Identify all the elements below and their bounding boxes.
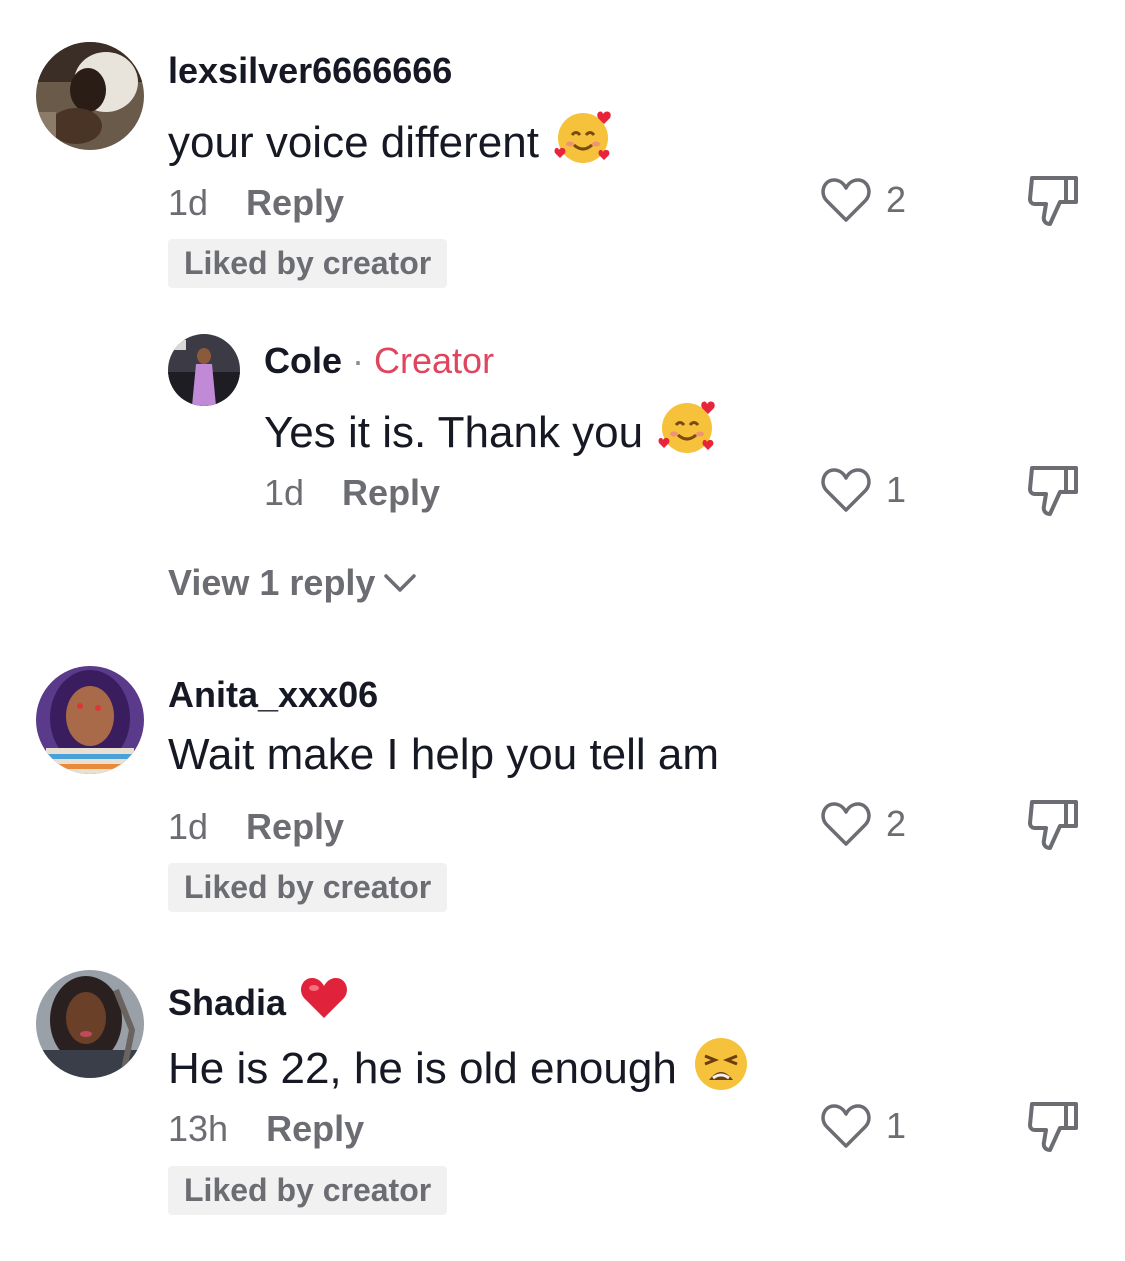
dislike-button[interactable] — [1026, 796, 1080, 852]
reply-text: Yes it is. Thank you — [264, 398, 719, 467]
thumbs-down-icon — [1028, 176, 1078, 226]
reply-button[interactable]: Reply — [246, 182, 344, 224]
reply-meta: 1d Reply — [264, 472, 440, 514]
like-button[interactable]: 2 — [820, 800, 906, 848]
separator-dot: · — [352, 340, 365, 381]
thumbs-down-icon — [1028, 1102, 1078, 1152]
like-count: 2 — [886, 179, 907, 220]
comment-text: He is 22, he is old enough — [168, 1034, 751, 1103]
like-button[interactable]: 2 — [820, 176, 906, 224]
comment-time: 13h — [168, 1108, 229, 1149]
liked-by-creator-badge: Liked by creator — [168, 1166, 448, 1215]
comment-meta: 1d Reply — [168, 182, 344, 224]
weary-face-icon — [691, 1034, 751, 1103]
avatar[interactable] — [168, 334, 240, 406]
like-button[interactable]: 1 — [820, 466, 906, 514]
reply-time: 1d — [264, 472, 305, 513]
smiling-face-with-hearts-icon — [657, 398, 719, 467]
comment-meta: 1d Reply — [168, 806, 344, 848]
thumbs-down-icon — [1028, 800, 1078, 850]
heart-outline-icon — [821, 178, 871, 222]
red-heart-icon — [300, 976, 348, 1029]
view-replies-button[interactable]: View 1 reply — [168, 562, 417, 604]
comment-username[interactable]: lexsilver6666666 — [168, 50, 452, 92]
comment-time: 1d — [168, 806, 209, 847]
comment-text-content: your voice different — [168, 117, 539, 167]
smiling-face-with-hearts-icon — [553, 108, 615, 177]
reply-button[interactable]: Reply — [246, 806, 344, 848]
reply-username-text[interactable]: Cole — [264, 340, 342, 381]
comment-text-content: He is 22, he is old enough — [168, 1043, 677, 1093]
avatar[interactable] — [36, 970, 144, 1078]
reply-button[interactable]: Reply — [342, 472, 440, 514]
chevron-down-icon — [384, 574, 417, 592]
like-count: 1 — [886, 469, 907, 510]
thumbs-down-icon — [1028, 466, 1078, 516]
avatar[interactable] — [36, 666, 144, 774]
reply-username: Cole · Creator — [264, 340, 494, 382]
reply-text-content: Yes it is. Thank you — [264, 407, 644, 457]
like-count: 1 — [886, 1105, 907, 1146]
liked-by-creator-badge: Liked by creator — [168, 863, 448, 912]
creator-label: Creator — [374, 340, 495, 381]
view-replies-label: View 1 reply — [168, 562, 376, 603]
heart-outline-icon — [821, 468, 871, 512]
like-count: 2 — [886, 803, 907, 844]
reply-button[interactable]: Reply — [266, 1108, 364, 1150]
dislike-button[interactable] — [1026, 462, 1080, 518]
comment-text-content: Wait make I help you tell am — [168, 730, 720, 779]
comment-text: Wait make I help you tell am — [168, 730, 719, 780]
heart-outline-icon — [821, 802, 871, 846]
heart-outline-icon — [821, 1104, 871, 1148]
avatar[interactable] — [36, 42, 144, 150]
like-button[interactable]: 1 — [820, 1102, 906, 1150]
comment-meta: 13h Reply — [168, 1108, 364, 1150]
comment-username: Shadia — [168, 976, 348, 1029]
comment-username[interactable]: Anita_xxx06 — [168, 674, 378, 716]
comment-text: your voice different — [168, 108, 615, 177]
liked-by-creator-badge: Liked by creator — [168, 239, 448, 288]
dislike-button[interactable] — [1026, 172, 1080, 228]
dislike-button[interactable] — [1026, 1098, 1080, 1154]
comment-username-text[interactable]: Shadia — [168, 982, 286, 1024]
comment-time: 1d — [168, 182, 209, 223]
